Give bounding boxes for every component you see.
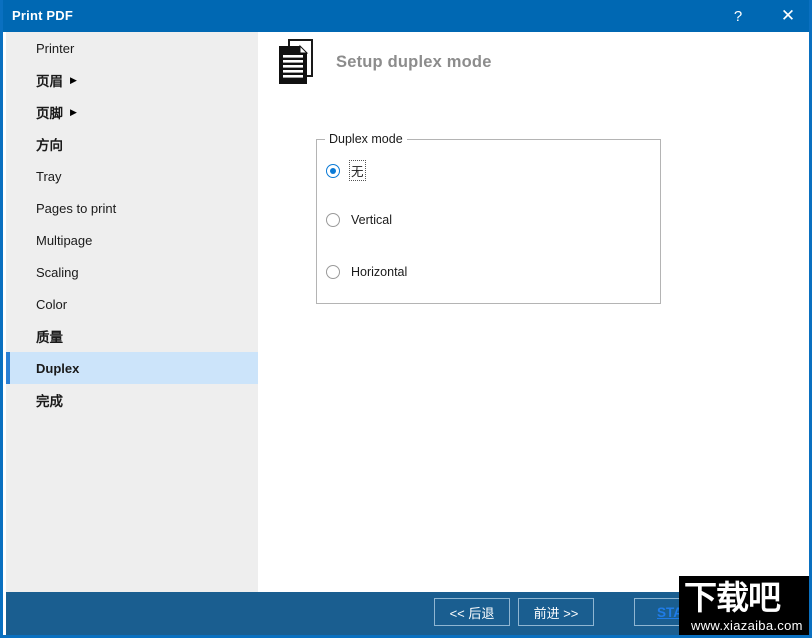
close-glyph: ✕ (781, 6, 795, 26)
window-title: Print PDF (12, 8, 73, 23)
sidebar-item-label: 质量 (36, 326, 63, 346)
sidebar-item-label: 页脚 (36, 102, 63, 122)
back-button-label: << 后退 (450, 603, 495, 622)
chevron-right-icon: ▶ (70, 108, 77, 117)
sidebar-item-label: 页眉 (36, 70, 63, 90)
sidebar-item-footer[interactable]: 页脚 ▶ (6, 96, 258, 128)
page-header: Setup duplex mode (276, 38, 492, 86)
radio-indicator[interactable] (326, 265, 340, 279)
content-panel: Setup duplex mode Duplex mode 无 Vertical… (258, 32, 812, 592)
watermark-logo: 下载吧 (684, 576, 812, 619)
sidebar-item-label: Tray (36, 169, 62, 184)
sidebar-item-scaling[interactable]: Scaling (6, 256, 258, 288)
sidebar-item-label: Multipage (36, 233, 92, 248)
sidebar-item-quality[interactable]: 质量 (6, 320, 258, 352)
radio-label: Vertical (349, 212, 394, 228)
page-title: Setup duplex mode (336, 53, 492, 72)
help-icon[interactable]: ? (715, 0, 761, 32)
sidebar-item-color[interactable]: Color (6, 288, 258, 320)
radio-indicator[interactable] (326, 213, 340, 227)
sidebar-item-label: Color (36, 297, 67, 312)
sidebar-item-printer[interactable]: Printer (6, 32, 258, 64)
sidebar-item-duplex[interactable]: Duplex (6, 352, 258, 384)
radio-option-horizontal[interactable]: Horizontal (326, 264, 409, 280)
sidebar-item-multipage[interactable]: Multipage (6, 224, 258, 256)
radio-label: Horizontal (349, 264, 409, 280)
sidebar-item-label: 方向 (36, 134, 63, 154)
duplex-mode-groupbox: Duplex mode 无 Vertical Horizontal (316, 139, 661, 304)
back-button[interactable]: << 后退 (434, 598, 510, 626)
title-bar: Print PDF ? ✕ (3, 0, 812, 32)
sidebar-item-orientation[interactable]: 方向 (6, 128, 258, 160)
radio-option-vertical[interactable]: Vertical (326, 212, 394, 228)
stacked-pages-icon (276, 38, 318, 86)
groupbox-label: Duplex mode (325, 132, 407, 146)
sidebar-item-finish[interactable]: 完成 (6, 384, 258, 416)
sidebar-nav: Printer 页眉 ▶ 页脚 ▶ 方向 Tray Pages to print… (6, 32, 258, 592)
chevron-right-icon: ▶ (70, 76, 77, 85)
sidebar-item-label: Printer (36, 41, 74, 56)
radio-label: 无 (349, 160, 366, 181)
sidebar-item-header[interactable]: 页眉 ▶ (6, 64, 258, 96)
radio-option-none[interactable]: 无 (326, 160, 366, 181)
watermark-url: www.xiazaiba.com (691, 618, 803, 633)
forward-button-label: 前进 >> (534, 603, 579, 622)
radio-indicator[interactable] (326, 164, 340, 178)
sidebar-item-label: Duplex (36, 361, 79, 376)
sidebar-item-pages-to-print[interactable]: Pages to print (6, 192, 258, 224)
close-icon[interactable]: ✕ (765, 0, 811, 32)
help-glyph: ? (734, 8, 742, 25)
forward-button[interactable]: 前进 >> (518, 598, 594, 626)
sidebar-item-label: 完成 (36, 390, 63, 410)
sidebar-item-tray[interactable]: Tray (6, 160, 258, 192)
sidebar-item-label: Pages to print (36, 201, 116, 216)
watermark-overlay: 下载吧 www.xiazaiba.com (679, 576, 812, 638)
sidebar-item-label: Scaling (36, 265, 79, 280)
print-pdf-window: Print PDF ? ✕ Printer 页眉 ▶ 页脚 ▶ 方向 Tray … (0, 0, 812, 638)
